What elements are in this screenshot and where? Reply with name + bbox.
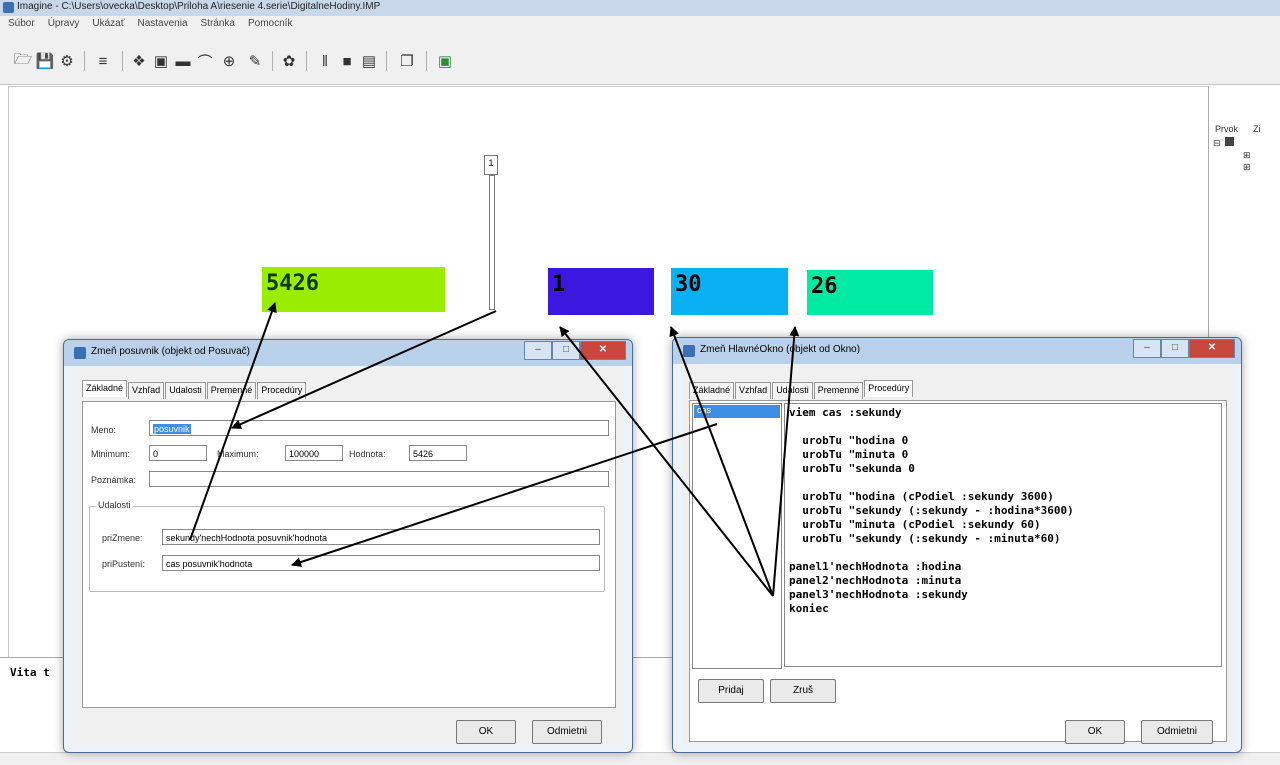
window-title: Imagine - C:\Users\ovecka\Desktop\Priloh…	[17, 1, 381, 12]
remove-procedure-button[interactable]: Zruš	[770, 679, 836, 703]
menu-ukazat[interactable]: Ukázať	[84, 16, 129, 29]
toolbar-separator	[122, 51, 123, 71]
tab-udalosti[interactable]: Udalosti	[165, 382, 206, 399]
tab-udalosti[interactable]: Udalosti	[772, 382, 813, 399]
tree-root-icon	[1225, 137, 1234, 146]
turtle-tool-icon[interactable]: ❖	[128, 50, 150, 72]
hodnota-label: Hodnota:	[349, 449, 386, 459]
menu-subor[interactable]: Súbor	[0, 16, 40, 29]
command-text: Vita t	[10, 666, 50, 679]
maximize-button[interactable]: □	[1161, 339, 1189, 358]
pripusteni-label: priPustení:	[102, 559, 146, 569]
tree-expand-icon[interactable]: ⊞	[1243, 150, 1251, 161]
tab-vzhlad[interactable]: Vzhľad	[735, 382, 772, 399]
tree-expand-icon[interactable]: ⊞	[1243, 162, 1251, 173]
tab-zakladne[interactable]: Základné	[689, 382, 735, 399]
hodina-panel[interactable]: 1	[548, 268, 654, 315]
udalosti-group-title: Udalosti	[96, 500, 133, 510]
hodnota-field[interactable]: 5426	[409, 445, 467, 461]
procedure-item[interactable]: cas	[694, 405, 780, 418]
tab-procedury[interactable]: Procedúry	[864, 380, 914, 397]
open-folder-icon[interactable]: 🗁	[12, 50, 34, 72]
dialog-zmen-hlavne-okno: Zmeň HlavnéOkno (objekt od Okno) – □ ✕ Z…	[672, 337, 1242, 753]
menu-bar: Súbor Úpravy Ukázať Nastavenia Stránka Pomocn…	[0, 16, 1280, 34]
minimum-field[interactable]: 0	[149, 445, 207, 461]
close-button[interactable]: ✕	[1189, 339, 1235, 358]
poznamka-label: Poznámka:	[91, 475, 137, 485]
tab-premenne[interactable]: Premenné	[813, 382, 864, 399]
dialog-app-icon	[683, 345, 695, 357]
minuta-panel[interactable]: 30	[671, 268, 788, 315]
ok-button[interactable]: OK	[456, 720, 516, 744]
toolbar-separator	[272, 51, 273, 71]
menu-nastavenia[interactable]: Nastavenia	[129, 16, 192, 29]
tab-zakladne[interactable]: Základné	[82, 380, 128, 397]
dialog-app-icon	[74, 347, 86, 359]
window-icon[interactable]: ❐	[396, 50, 418, 72]
dialog-body: Základné Vzhľad Udalosti Premenné Proced…	[681, 366, 1233, 744]
dialog-title: Zmeň HlavnéOkno (objekt od Okno)	[700, 344, 861, 355]
menu-stranka[interactable]: Stránka	[193, 16, 240, 29]
slider-tool-icon[interactable]: ≡	[92, 50, 114, 72]
dialog-zmen-posuvnik: Zmeň posuvnik (objekt od Posuvač) – □ ✕ …	[63, 339, 633, 753]
sekunda-panel[interactable]: 26	[807, 270, 933, 315]
udalosti-group: Udalosti priZmene: sekundy'nechHodnota p…	[89, 500, 605, 592]
page-icon[interactable]: ▤	[358, 50, 380, 72]
minimum-label: Minimum:	[91, 449, 131, 459]
maximum-field[interactable]: 100000	[285, 445, 343, 461]
toolbar-separator	[426, 51, 427, 71]
ok-button[interactable]: OK	[1065, 720, 1125, 744]
toolbar-separator	[84, 51, 85, 71]
minimize-button[interactable]: –	[1133, 339, 1161, 358]
toolbar-separator	[306, 51, 307, 71]
cancel-button[interactable]: Odmietni	[532, 720, 602, 744]
tab-vzhlad[interactable]: Vzhľad	[128, 382, 165, 399]
turtle-run-icon[interactable]: ✿	[278, 50, 300, 72]
window-titlebar: Imagine - C:\Users\ovecka\Desktop\Priloh…	[0, 0, 1280, 16]
meno-field[interactable]: posuvnik	[149, 420, 609, 436]
meno-label: Meno:	[91, 425, 117, 435]
tab-page-procedury: cas viem cas :sekundy urobTu "hodina 0 u…	[689, 400, 1227, 742]
prizmene-label: priZmene:	[102, 533, 143, 543]
minimize-button[interactable]: –	[524, 341, 552, 360]
slider-track[interactable]	[489, 175, 495, 310]
tab-premenne[interactable]: Premenné	[206, 382, 257, 399]
tab-page-zakladne: Meno: posuvnik Minimum: 0 Maximum: 10000…	[82, 401, 616, 708]
prizmene-field[interactable]: sekundy'nechHodnota posuvnik'hodnota	[162, 529, 600, 545]
pause-icon[interactable]: ‖	[314, 50, 336, 72]
green-panel-icon[interactable]: ▣	[434, 50, 456, 72]
stop-icon[interactable]: ■	[336, 50, 358, 72]
imagine-app-icon	[3, 2, 14, 13]
status-bar	[0, 752, 1280, 765]
print-icon[interactable]: ⚙	[56, 50, 78, 72]
shape-tool-icon[interactable]: ⌒	[194, 50, 216, 72]
save-icon[interactable]: 💾	[34, 50, 56, 72]
procedure-code-editor[interactable]: viem cas :sekundy urobTu "hodina 0 urobT…	[784, 403, 1222, 667]
tab-procedury[interactable]: Procedúry	[257, 382, 307, 399]
add-procedure-button[interactable]: Pridaj	[698, 679, 764, 703]
dialog-title: Zmeň posuvnik (objekt od Posuvač)	[91, 346, 250, 357]
pen-tool-icon[interactable]: ✎	[244, 50, 266, 72]
close-button[interactable]: ✕	[580, 341, 626, 360]
slider-thumb[interactable]: 1	[484, 155, 498, 175]
maximize-button[interactable]: □	[552, 341, 580, 360]
dialog-body: Základné Vzhľad Udalosti Premenné Proced…	[72, 368, 624, 744]
poznamka-field[interactable]	[149, 471, 609, 487]
dialog-titlebar[interactable]: Zmeň posuvnik (objekt od Posuvač) – □ ✕	[64, 340, 632, 366]
toolbar-separator	[386, 51, 387, 71]
rectangle-tool-icon[interactable]: ▬	[172, 50, 194, 72]
pripusteni-field[interactable]: cas posuvnik'hodnota	[162, 555, 600, 571]
menu-pomocnik[interactable]: Pomocník	[240, 16, 297, 29]
tree-expand-icon[interactable]: ⊟	[1213, 138, 1221, 149]
maximum-label: Maximum:	[217, 449, 259, 459]
panel-tool-icon[interactable]: ▣	[150, 50, 172, 72]
dialog-titlebar[interactable]: Zmeň HlavnéOkno (objekt od Okno) – □ ✕	[673, 338, 1241, 364]
menu-upravy[interactable]: Úpravy	[40, 16, 85, 29]
procedure-list[interactable]: cas	[692, 403, 782, 669]
globe-tool-icon[interactable]: ⊕	[218, 50, 240, 72]
tree-column-2: Zi	[1253, 124, 1261, 134]
slider-value-panel[interactable]: 5426	[262, 267, 445, 312]
cancel-button[interactable]: Odmietni	[1141, 720, 1213, 744]
tree-column-prvok: Prvok	[1215, 124, 1239, 134]
